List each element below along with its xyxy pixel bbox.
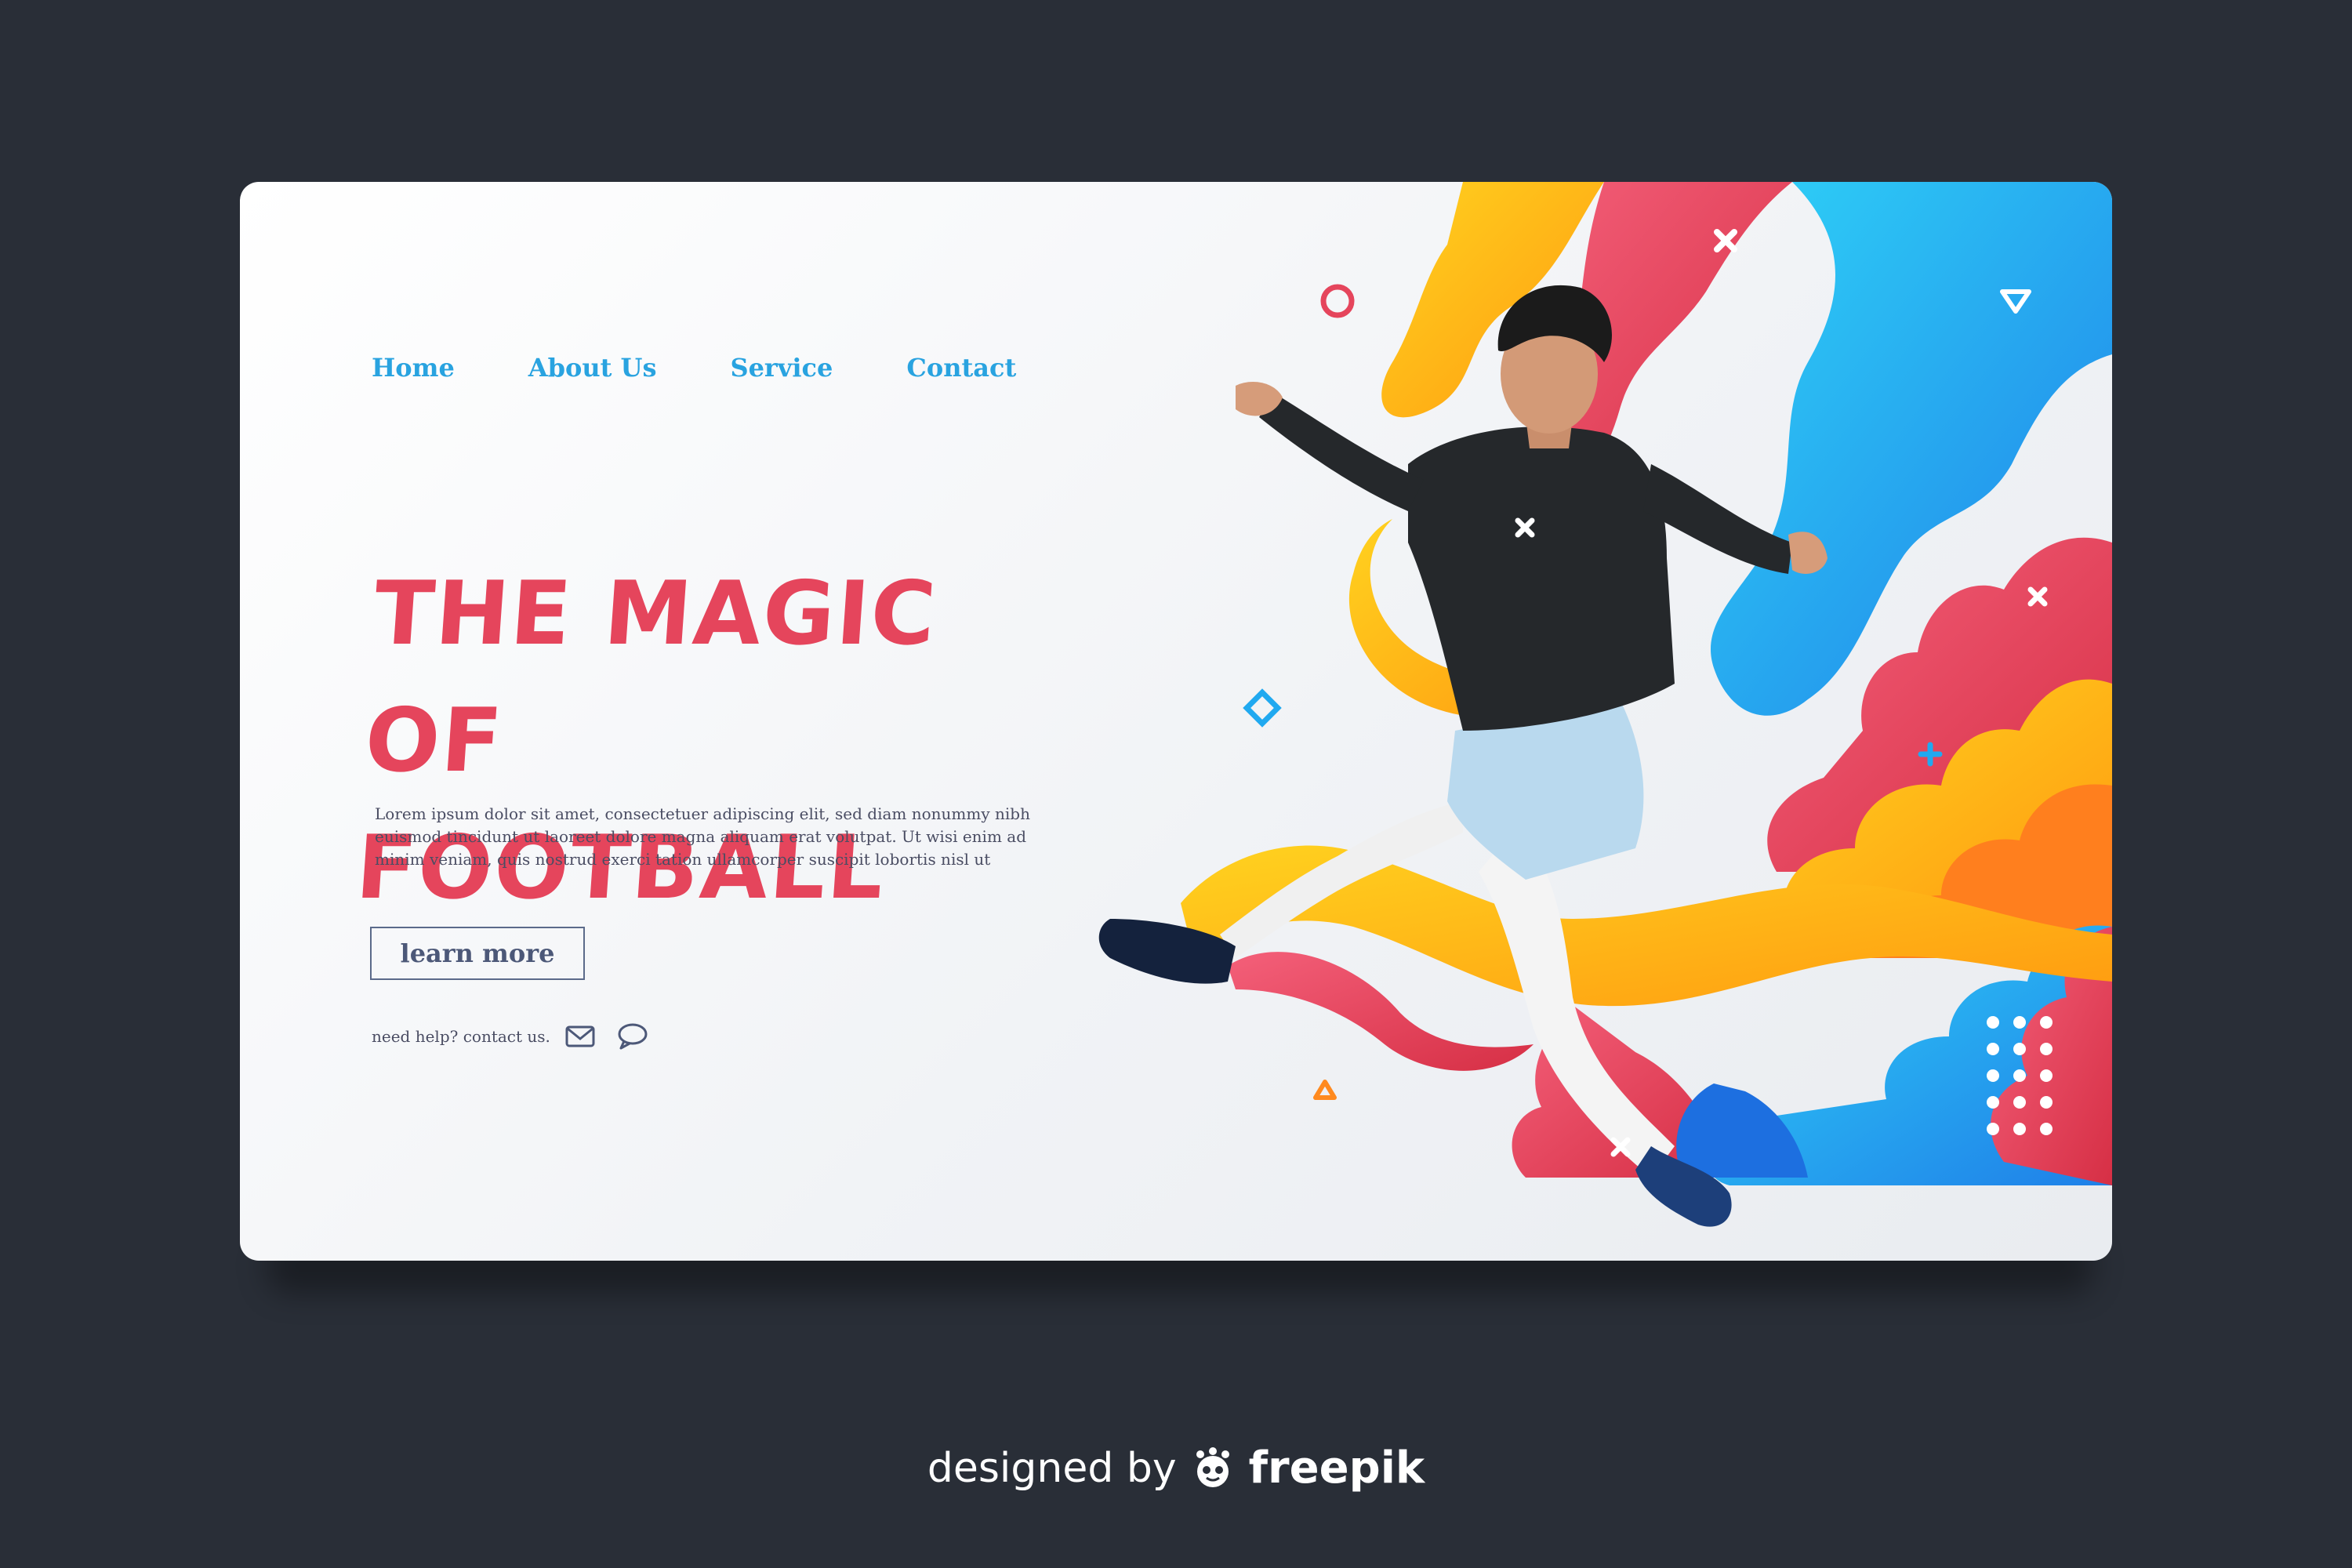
main-nav: Home About Us Service Contact [372,353,1090,383]
help-text: need help? contact us. [372,1027,550,1046]
landing-card: Home About Us Service Contact THE MAGIC … [240,182,2112,1261]
hero-headline: THE MAGIC OF FOOTBALL [353,563,941,919]
footer-brand[interactable]: freepik [1249,1443,1425,1494]
nav-service[interactable]: Service [730,353,833,383]
chat-icon[interactable] [616,1022,649,1051]
circle-shape [1320,284,1355,318]
mail-icon[interactable] [564,1022,597,1051]
cloud-blue-lower [1676,1083,1808,1178]
diamond-shape [1243,688,1282,728]
nav-contact[interactable]: Contact [906,353,1016,383]
hero-body: Lorem ipsum dolor sit amet, consectetuer… [375,804,1030,869]
nav-home[interactable]: Home [372,353,455,383]
help-row: need help? contact us. [372,1022,668,1051]
nav-about-us[interactable]: About Us [528,353,657,383]
triangle-shape [1313,1080,1337,1100]
freepik-logo-icon [1196,1446,1229,1487]
footer-prefix: designed by [927,1444,1177,1492]
footer-credit: designed by freepik [0,1443,2352,1494]
learn-more-button[interactable]: learn more [370,927,585,980]
